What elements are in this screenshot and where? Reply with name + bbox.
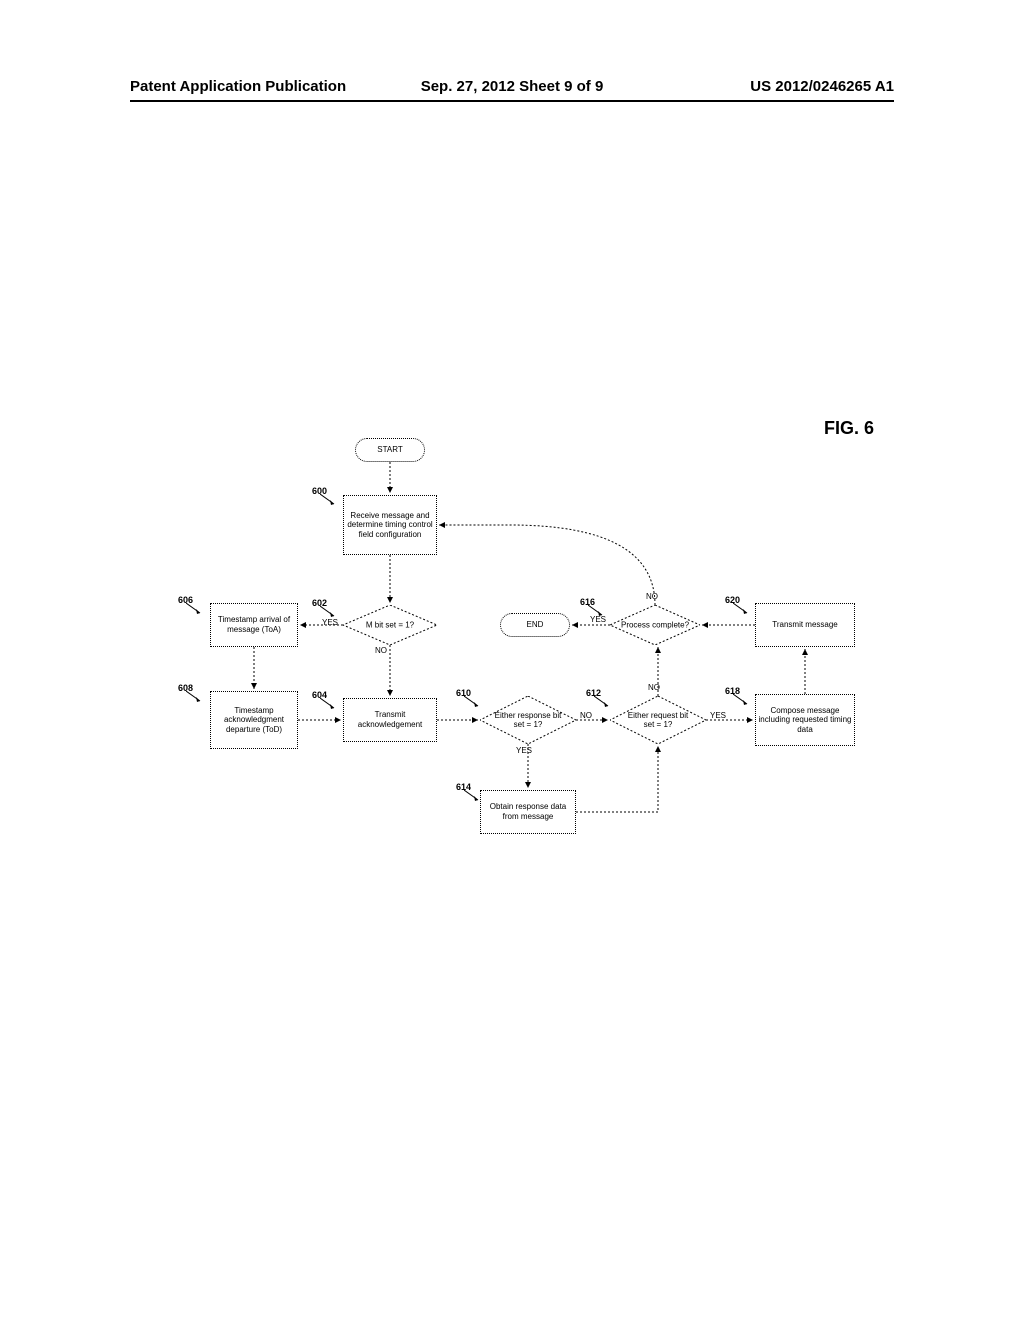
header-center: Sep. 27, 2012 Sheet 9 of 9 xyxy=(421,78,604,95)
header-rule xyxy=(130,100,894,102)
flowchart-diagram: START Receive message and determine timi… xyxy=(160,430,900,870)
flowchart-arrows xyxy=(160,430,900,870)
header-right: US 2012/0246265 A1 xyxy=(750,78,894,95)
header-left: Patent Application Publication xyxy=(130,78,346,95)
